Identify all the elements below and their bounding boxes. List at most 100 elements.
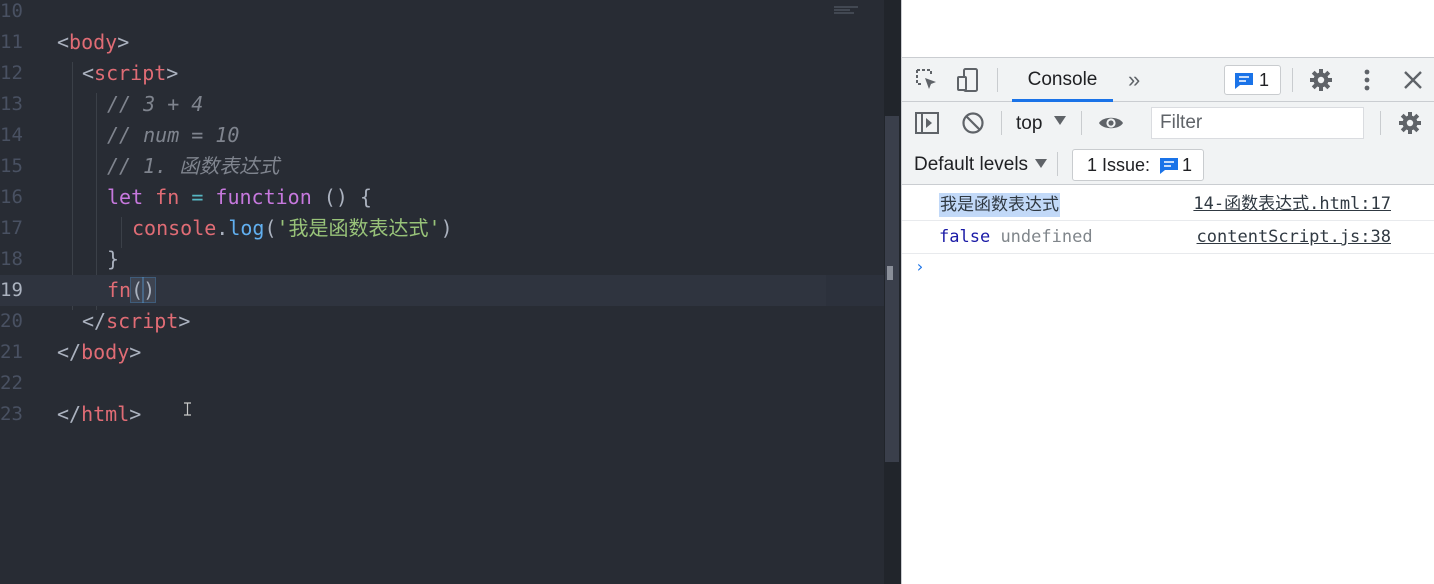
code-text: </body> (57, 340, 142, 364)
bracket-close: ) (142, 277, 157, 303)
code-line[interactable]: 23 </html> (0, 399, 884, 430)
console-prompt-chevron-icon[interactable]: › (915, 256, 925, 278)
devtools-top-area (902, 0, 1434, 58)
devtools-tab-bar: Console » 1 (902, 58, 1434, 102)
device-toolbar-icon[interactable] (955, 67, 981, 93)
message-icon (1159, 157, 1179, 180)
issues-badge-button[interactable]: 1 (1224, 65, 1281, 95)
tag-name: script (94, 61, 167, 85)
settings-gear-icon[interactable] (1308, 67, 1334, 93)
toolbar-divider (1081, 111, 1082, 135)
code-line-active[interactable]: 19 fn() (0, 275, 884, 306)
toolbar-divider (1292, 68, 1293, 92)
log-levels-select[interactable]: Default levels (914, 152, 1028, 178)
console-settings-gear-icon[interactable] (1397, 110, 1423, 136)
code-line[interactable]: 22 (0, 368, 884, 399)
editor-scrollbar-thumb[interactable] (885, 116, 899, 462)
value-false: false (939, 227, 991, 247)
line-number: 15 (0, 155, 23, 177)
code-line[interactable]: 17 console.log('我是函数表达式') (0, 213, 884, 244)
filter-input[interactable] (1151, 107, 1364, 139)
code-line[interactable]: 16 let fn = function () { (0, 182, 884, 213)
variable: fn (155, 185, 180, 209)
clear-console-icon[interactable] (960, 110, 986, 136)
code-editor[interactable]: 10 11 <body> 12 <script> 13 // 3 + 4 14 … (0, 0, 884, 584)
toolbar-divider (1001, 111, 1002, 135)
message-text[interactable]: false undefined (939, 221, 1093, 254)
line-number: 19 (0, 279, 23, 301)
code-line[interactable]: 13 // 3 + 4 (0, 89, 884, 120)
function-call: fn (107, 278, 132, 302)
devtools-panel: Console » 1 top Filter Default levels 1 … (901, 0, 1434, 584)
code-text: let fn = function () { (107, 182, 372, 213)
line-number: 13 (0, 93, 23, 115)
dropdown-arrow-icon (1054, 116, 1066, 125)
line-number: 20 (0, 310, 23, 332)
minimap[interactable] (832, 0, 860, 14)
line-number: 16 (0, 186, 23, 208)
issues-chip-label: 1 Issue: (1087, 155, 1151, 175)
code-line[interactable]: 21 </body> (0, 337, 884, 368)
tag-name: body (69, 30, 118, 54)
string-literal: '我是函数表达式' (276, 216, 441, 240)
issues-chip-button[interactable]: 1 Issue: 1 (1072, 149, 1204, 181)
toolbar-divider (1380, 111, 1381, 135)
line-number: 23 (0, 403, 23, 425)
i-beam-cursor-icon (183, 402, 192, 416)
context-select[interactable]: top (1016, 112, 1042, 136)
code-text: </html> (57, 402, 142, 426)
message-source-link[interactable]: 14-函数表达式.html:17 (1193, 188, 1391, 221)
code-comment: // num = 10 (107, 123, 240, 147)
tag-name: script (106, 309, 179, 333)
value-undefined: undefined (1000, 227, 1093, 247)
inspect-element-icon[interactable] (914, 67, 940, 93)
code-line[interactable]: 10 (0, 0, 884, 27)
line-number: 18 (0, 248, 23, 270)
method-name: log (228, 216, 265, 240)
keyword: let (107, 185, 144, 209)
console-output[interactable]: 我是函数表达式 14-函数表达式.html:17 false undefined… (902, 186, 1434, 584)
code-text: <script> (82, 61, 179, 85)
more-options-kebab-icon[interactable] (1354, 67, 1380, 93)
code-text: <body> (57, 30, 130, 54)
line-number: 22 (0, 372, 23, 394)
code-comment: // 3 + 4 (107, 92, 204, 116)
console-message: 我是函数表达式 14-函数表达式.html:17 (902, 188, 1434, 221)
line-number: 12 (0, 62, 23, 84)
line-number: 10 (0, 0, 23, 22)
code-comment: // 1. 函数表达式 (107, 154, 280, 178)
object-name: console (132, 216, 217, 240)
toolbar-divider (997, 68, 998, 92)
more-tabs-chevron-icon[interactable]: » (1128, 66, 1140, 94)
dropdown-arrow-icon (1035, 159, 1047, 168)
close-icon[interactable] (1400, 67, 1426, 93)
line-number: 14 (0, 124, 23, 146)
code-line[interactable]: 18 } (0, 244, 884, 275)
message-text[interactable]: 我是函数表达式 (939, 193, 1060, 217)
code-text: console.log('我是函数表达式') (132, 216, 453, 240)
tag-name: html (81, 402, 130, 426)
line-number: 11 (0, 31, 23, 53)
line-number: 21 (0, 341, 23, 363)
toolbar-divider (1057, 152, 1058, 176)
code-line[interactable]: 12 <script> (0, 58, 884, 89)
code-line[interactable]: 15 // 1. 函数表达式 (0, 151, 884, 182)
console-message: false undefined contentScript.js:38 (902, 221, 1434, 254)
operator: = (191, 185, 204, 209)
message-source-link[interactable]: contentScript.js:38 (1197, 221, 1391, 254)
code-line[interactable]: 11 <body> (0, 27, 884, 58)
code-line[interactable]: 14 // num = 10 (0, 120, 884, 151)
console-toolbar: top Default levels 1 Issue: 1 (902, 102, 1434, 185)
tag-name: body (81, 340, 130, 364)
issues-count: 1 (1259, 70, 1270, 90)
show-sidebar-icon[interactable] (914, 110, 940, 136)
punctuation: () { (311, 185, 372, 209)
issues-chip-count: 1 (1182, 155, 1193, 175)
live-expression-eye-icon[interactable] (1097, 110, 1123, 136)
code-text: </script> (82, 309, 191, 333)
bracket-open: ( (130, 277, 145, 303)
scrollbar-cursor-marker (887, 266, 893, 280)
keyword: function (215, 185, 312, 209)
code-line[interactable]: 20 </script> (0, 306, 884, 337)
tab-console[interactable]: Console (1012, 58, 1113, 102)
